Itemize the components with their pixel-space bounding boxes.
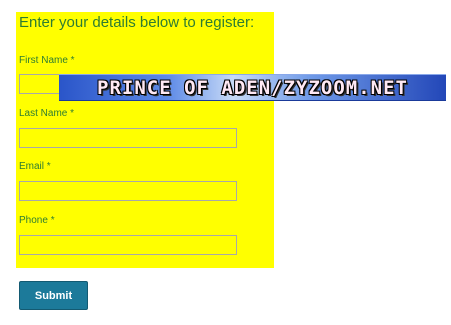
form-intro-text: Enter your details below to register: [19,14,255,31]
email-label: Email * [19,161,51,172]
registration-form: Enter your details below to register: Fi… [16,12,274,268]
last-name-input[interactable] [19,128,237,148]
page: Enter your details below to register: Fi… [0,0,451,325]
phone-label: Phone * [19,215,55,226]
first-name-input[interactable] [19,74,63,94]
submit-button[interactable]: Submit [19,281,88,310]
last-name-label: Last Name * [19,108,75,119]
first-name-label: First Name * [19,55,75,66]
watermark-text: PRINCE OF ADEN/ZYZOOM.NET [97,76,408,99]
email-input[interactable] [19,181,237,201]
watermark-banner: PRINCE OF ADEN/ZYZOOM.NET [59,74,446,101]
phone-input[interactable] [19,235,237,255]
